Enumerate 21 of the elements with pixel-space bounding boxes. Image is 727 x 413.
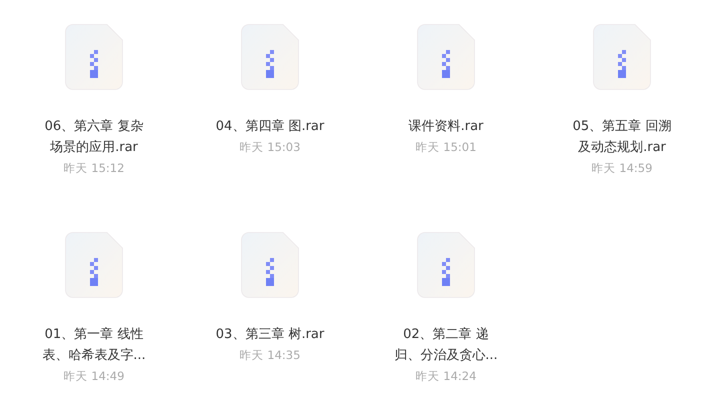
- modified-time: 昨天 15:12: [64, 160, 124, 177]
- file-name[interactable]: 01、第一章 线性表、哈希表及字...: [39, 324, 149, 366]
- file-name[interactable]: 06、第六章 复杂场景的应用.rar: [39, 116, 149, 158]
- modified-time: 昨天 15:01: [416, 139, 476, 156]
- file-name[interactable]: 05、第五章 回溯及动态规划.rar: [567, 116, 677, 158]
- archive-file-icon: [417, 24, 475, 90]
- archive-file-icon: [417, 232, 475, 298]
- file-name[interactable]: 03、第三章 树.rar: [215, 324, 325, 345]
- archive-file-icon: [241, 232, 299, 298]
- archive-file-icon: [593, 24, 651, 90]
- archive-file-icon: [65, 232, 123, 298]
- file-name[interactable]: 04、第四章 图.rar: [215, 116, 325, 137]
- archive-file-icon: [241, 24, 299, 90]
- modified-time: 昨天 15:03: [240, 139, 300, 156]
- modified-time: 昨天 14:49: [64, 368, 124, 385]
- file-name[interactable]: 课件资料.rar: [391, 116, 501, 137]
- archive-file-icon: [65, 24, 123, 90]
- file-name[interactable]: 02、第二章 递归、分治及贪心...: [391, 324, 501, 366]
- modified-time: 昨天 14:35: [240, 347, 300, 364]
- modified-time: 昨天 14:59: [592, 160, 652, 177]
- modified-time: 昨天 14:24: [416, 368, 476, 385]
